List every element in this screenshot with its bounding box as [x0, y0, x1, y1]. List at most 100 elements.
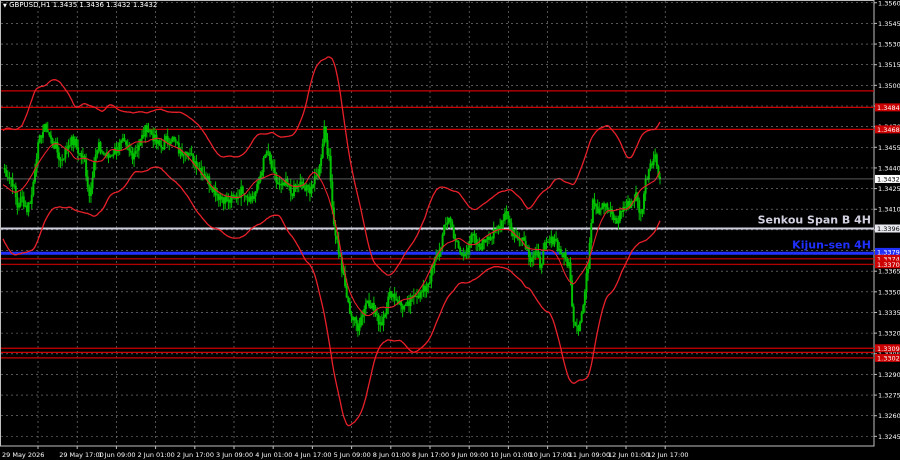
y-tick-label: 1.3440	[878, 164, 900, 172]
candle-body	[136, 150, 139, 152]
candle-body	[45, 123, 48, 131]
chart-window[interactable]: 1.35601.35451.35301.35151.35001.34851.34…	[0, 0, 900, 460]
candle-body	[647, 169, 650, 180]
candle-body	[571, 280, 574, 307]
candle-body	[257, 181, 260, 185]
candle-body	[451, 221, 454, 228]
candle-body	[232, 194, 235, 196]
candle-body	[260, 172, 263, 176]
candle-body	[542, 249, 545, 265]
candle-body	[446, 222, 449, 225]
candle-body	[510, 222, 513, 230]
candle-body	[590, 223, 593, 243]
candle-body	[6, 176, 9, 178]
candle-body	[449, 217, 452, 222]
candle-body	[96, 150, 99, 155]
candle-body	[403, 306, 406, 310]
candle-body	[331, 181, 334, 208]
price-tag-label: 1.3302	[877, 354, 900, 362]
candle-body	[22, 196, 25, 207]
candle-body	[276, 182, 279, 185]
y-tick-label: 1.3260	[878, 412, 900, 420]
candle-body	[395, 298, 398, 301]
candle-body	[129, 150, 132, 153]
candle-body	[270, 160, 273, 169]
candle-body	[478, 243, 481, 248]
header-arrow: ▼	[3, 3, 7, 9]
candle-body	[246, 196, 249, 198]
candle-body	[583, 291, 586, 306]
candle-body	[85, 159, 88, 177]
price-tag-label: 1.3309	[877, 345, 900, 353]
y-tick-label: 1.3290	[878, 371, 900, 379]
candle-body	[254, 191, 257, 197]
candle-body	[348, 301, 351, 314]
candle-body	[364, 303, 367, 309]
candle-body	[49, 135, 52, 139]
candle-body	[382, 316, 385, 326]
price-tag-label: 1.3484	[877, 104, 900, 112]
candle-body	[492, 229, 495, 239]
candle-body	[582, 305, 585, 313]
candle-body	[345, 286, 348, 298]
candle-body	[572, 306, 575, 323]
candle-body	[313, 176, 316, 185]
candle-body	[531, 258, 534, 262]
candle-body	[190, 153, 193, 155]
candle-body	[310, 187, 313, 194]
candle-body	[569, 262, 572, 281]
candle-body	[120, 140, 123, 143]
candle-body	[318, 165, 321, 177]
candle-body	[134, 151, 137, 154]
candle-body	[564, 252, 567, 259]
x-tick-label: 9 Jun 09:00	[451, 451, 488, 459]
candle-body	[579, 322, 582, 332]
candle-body	[67, 145, 70, 150]
candle-body	[307, 185, 310, 187]
candle-body	[150, 130, 153, 135]
candle-body	[86, 176, 89, 188]
candle-body	[643, 193, 646, 210]
candle-body	[500, 220, 503, 229]
candle-body	[17, 206, 20, 208]
candle-body	[641, 209, 644, 214]
candle-body	[427, 283, 430, 288]
chart-header: ▼ GBPUSD,H1 1.3435 1.3436 1.3432 1.3432	[3, 1, 157, 9]
candle-body	[595, 203, 598, 207]
y-tick-label: 1.3245	[878, 433, 900, 441]
candle-body	[3, 168, 6, 170]
candle-body	[214, 187, 217, 196]
x-tick-label: 8 Jun 17:00	[412, 451, 449, 459]
candle-body	[128, 148, 131, 151]
candle-body	[5, 169, 8, 177]
candle-body	[158, 140, 161, 145]
candle-body	[465, 252, 468, 255]
price-tag-label: 1.3396	[877, 225, 900, 233]
candle-body	[420, 291, 423, 293]
candle-body	[89, 188, 92, 197]
candle-body	[27, 202, 30, 213]
y-tick-label: 1.3275	[878, 392, 900, 400]
candle-body	[101, 151, 104, 153]
candle-body	[160, 144, 163, 148]
candle-body	[102, 152, 105, 155]
x-tick-label: 3 Jun 09:00	[216, 451, 253, 459]
candle-body	[19, 197, 22, 207]
candle-body	[169, 141, 172, 144]
candle-body	[384, 314, 387, 317]
x-tick-label: 29 May 2026	[2, 451, 44, 459]
price-tag-label: 1.3432	[877, 175, 900, 183]
candle-body	[495, 228, 498, 230]
candle-body	[312, 184, 315, 188]
x-tick-label: 10 Jun 01:00	[490, 451, 531, 459]
candle-body	[543, 242, 546, 250]
y-tick-label: 1.3530	[878, 41, 900, 49]
candle-body	[112, 154, 115, 156]
candle-body	[409, 297, 412, 306]
candle-body	[176, 141, 179, 143]
candle-body	[652, 158, 655, 166]
candle-body	[376, 314, 379, 315]
price-chart[interactable]: 1.35601.35451.35301.35151.35001.34851.34…	[0, 0, 900, 460]
candle-body	[387, 296, 390, 307]
candle-body	[256, 184, 259, 192]
